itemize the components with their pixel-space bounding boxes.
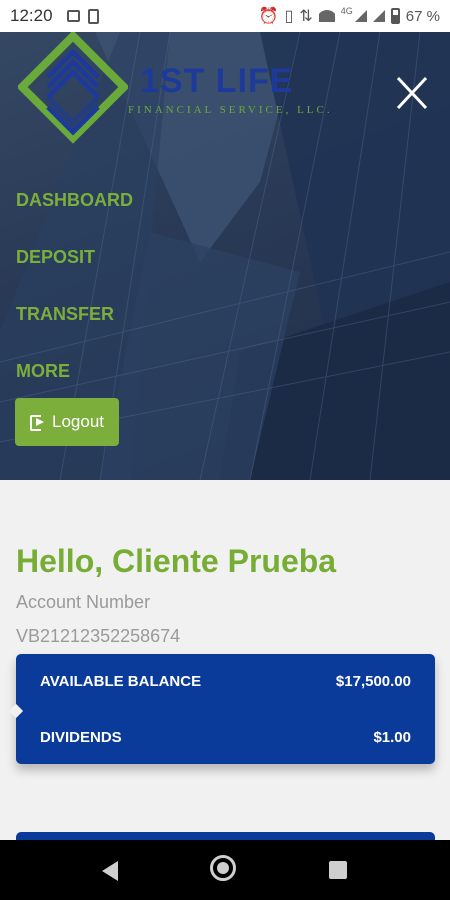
status-right: ⏰ ▯ ⇅ 4G 67 %	[259, 0, 440, 32]
message-icon	[66, 10, 80, 22]
signal-icon	[354, 10, 367, 22]
status-bar: 12:20 ⏰ ▯ ⇅ 4G 67 %	[0, 0, 450, 32]
signal-icon-2	[372, 10, 385, 22]
brand-name: 1ST LIFE	[140, 62, 294, 100]
data-arrows-icon: ⇅	[299, 8, 313, 25]
dividends-label: DIVIDENDS	[40, 729, 122, 746]
logout-icon	[30, 415, 46, 431]
brand-logo	[18, 32, 128, 144]
menu-item-transfer[interactable]: TRANSFER	[16, 304, 114, 325]
available-balance-row: AVAILABLE BALANCE $17,500.00	[40, 673, 411, 690]
phone-icon	[87, 8, 99, 24]
menu-item-deposit[interactable]: DEPOSIT	[16, 247, 95, 268]
dividends-row: DIVIDENDS $1.00	[40, 729, 411, 746]
menu-overlay: 1ST LIFE FINANCIAL SERVICE, LLC. DASHBOA…	[0, 32, 450, 480]
logout-label: Logout	[52, 412, 104, 431]
vibrate-icon: ▯	[284, 8, 294, 25]
menu-item-more[interactable]: MORE	[16, 361, 70, 382]
network-type: 4G	[340, 6, 353, 16]
account-number-label: Account Number	[16, 592, 151, 612]
battery-icon	[390, 8, 400, 24]
close-menu-button[interactable]	[388, 70, 434, 116]
account-number: VB21212352258674	[16, 626, 181, 646]
status-notifications	[66, 8, 99, 24]
balance-card: AVAILABLE BALANCE $17,500.00 DIVIDENDS $…	[8, 654, 435, 764]
available-balance-value: $17,500.00	[335, 673, 411, 690]
card-notch	[8, 703, 24, 719]
recent-apps-icon[interactable]	[329, 861, 347, 879]
android-nav-bar	[0, 840, 450, 900]
dashboard-content: Hello, Cliente Prueba Account Number VB2…	[0, 480, 450, 852]
status-time: 12:20	[10, 6, 53, 25]
dividends-value: $1.00	[373, 729, 411, 746]
alarm-icon: ⏰	[258, 8, 279, 25]
back-icon[interactable]	[102, 861, 118, 881]
brand-subtitle: FINANCIAL SERVICE, LLC.	[128, 104, 333, 116]
wifi-icon	[318, 10, 335, 22]
home-icon[interactable]	[210, 855, 236, 881]
greeting-title: Hello, Cliente Prueba	[16, 543, 337, 579]
menu-item-dashboard[interactable]: DASHBOARD	[16, 190, 133, 211]
logout-button[interactable]: Logout	[15, 398, 119, 446]
available-balance-label: AVAILABLE BALANCE	[40, 673, 202, 690]
battery-percent: 67 %	[405, 7, 440, 25]
